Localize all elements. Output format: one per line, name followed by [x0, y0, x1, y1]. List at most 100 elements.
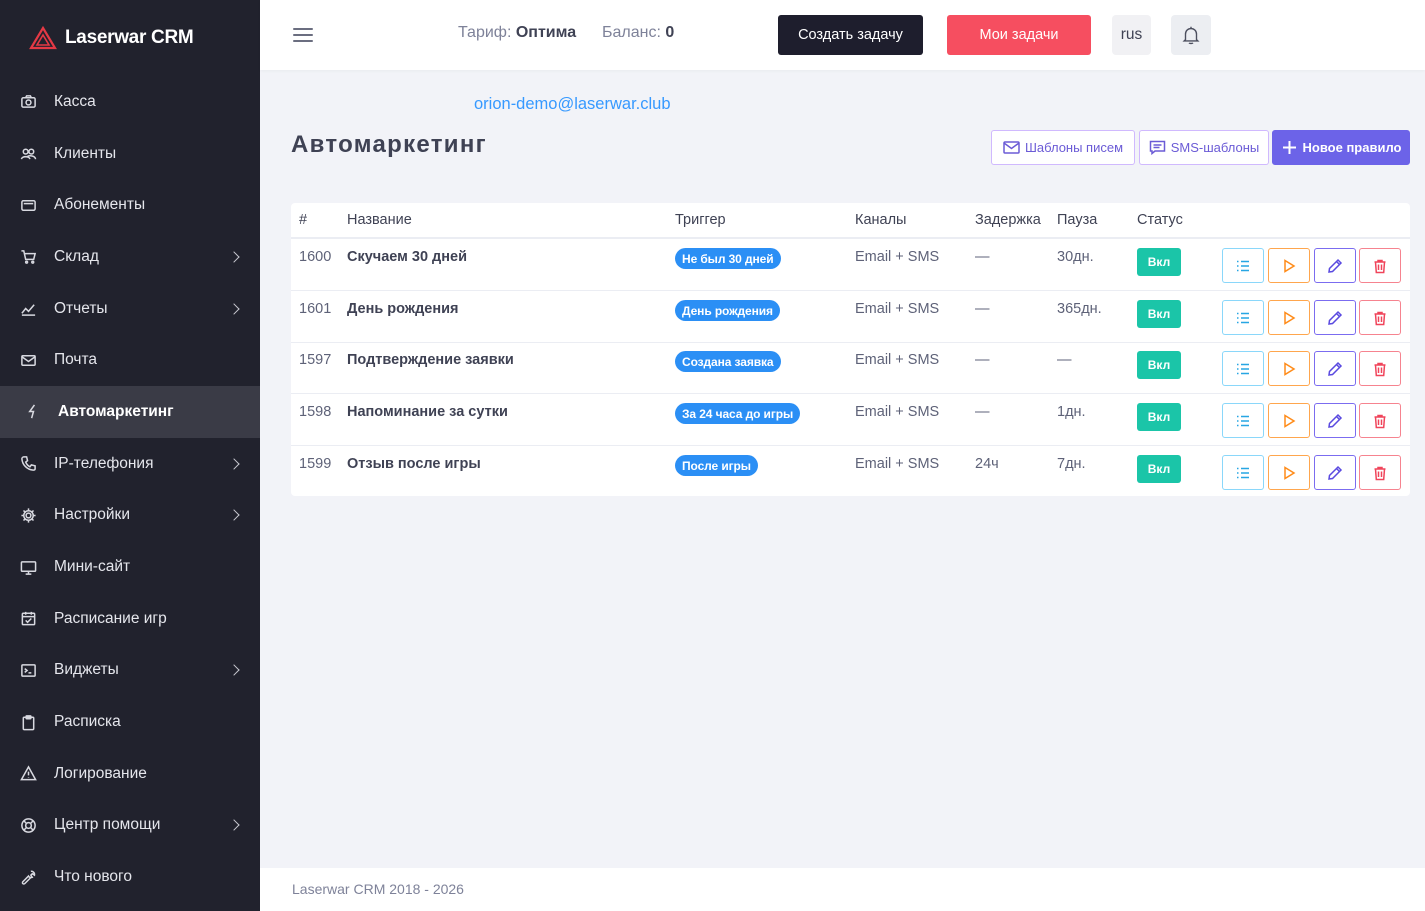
- sidebar-item-receipt[interactable]: Расписка: [0, 696, 260, 748]
- rule-run-button[interactable]: [1268, 455, 1310, 490]
- mail-icon: [20, 352, 37, 369]
- chart-icon: [20, 300, 37, 317]
- bell-icon: [1182, 26, 1200, 45]
- trash-icon: [1374, 466, 1386, 480]
- rule-run-button[interactable]: [1268, 248, 1310, 283]
- laserwar-logo-icon: [29, 26, 57, 50]
- rule-name: День рождения: [347, 301, 459, 317]
- sidebar-item-logging[interactable]: Логирование: [0, 748, 260, 800]
- new-rule-button[interactable]: Новое правило: [1272, 130, 1410, 165]
- trash-icon: [1374, 259, 1386, 273]
- sidebar-item-game-schedule[interactable]: Расписание игр: [0, 593, 260, 645]
- rule-id: 1601: [299, 301, 332, 317]
- sidebar-item-ip-telephony[interactable]: IP-телефония: [0, 438, 260, 490]
- trash-icon: [1374, 414, 1386, 428]
- rule-log-button[interactable]: [1222, 248, 1264, 283]
- menu-toggle-icon[interactable]: [293, 28, 313, 42]
- rule-edit-button[interactable]: [1314, 455, 1356, 490]
- rule-edit-button[interactable]: [1314, 403, 1356, 438]
- play-icon: [1284, 465, 1296, 480]
- rule-channels: Email + SMS: [855, 249, 940, 265]
- plus-icon: [1282, 141, 1296, 154]
- rule-name: Напоминание за сутки: [347, 404, 508, 420]
- rule-id: 1599: [299, 456, 332, 472]
- table-row: 1599 Отзыв после игры После игры Email +…: [291, 446, 1410, 498]
- sidebar-nav: Касса Клиенты Абонементы Склад Отчеты По…: [0, 76, 260, 903]
- letter-templates-label: Шаблоны писем: [1024, 140, 1124, 155]
- lightning-icon: [25, 403, 42, 420]
- status-toggle[interactable]: Вкл: [1137, 300, 1181, 328]
- notifications-button[interactable]: [1171, 15, 1211, 55]
- rule-delete-button[interactable]: [1359, 455, 1401, 490]
- sidebar-item-kassa[interactable]: Касса: [0, 76, 260, 128]
- rule-run-button[interactable]: [1268, 300, 1310, 335]
- chevron-right-icon: [228, 509, 240, 522]
- monitor-icon: [20, 559, 37, 576]
- list-icon: [1237, 312, 1249, 323]
- rule-delete-button[interactable]: [1359, 351, 1401, 386]
- sidebar-item-mail[interactable]: Почта: [0, 334, 260, 386]
- my-tasks-button[interactable]: Мои задачи: [947, 15, 1091, 55]
- footer-copyright: Laserwar CRM 2018 - 2026: [292, 881, 464, 897]
- sidebar: Laserwar CRM Касса Клиенты Абонементы Ск…: [0, 0, 260, 911]
- rule-id: 1598: [299, 404, 332, 420]
- rule-channels: Email + SMS: [855, 301, 940, 317]
- rule-edit-button[interactable]: [1314, 300, 1356, 335]
- rule-pause: 7дн.: [1057, 456, 1086, 472]
- sidebar-item-mini-site[interactable]: Мини-сайт: [0, 541, 260, 593]
- rule-log-button[interactable]: [1222, 403, 1264, 438]
- page-title: Автомаркетинг: [291, 131, 487, 158]
- sidebar-item-automarketing[interactable]: Автомаркетинг: [0, 386, 260, 438]
- column-header-pause: Пауза: [1057, 212, 1098, 228]
- status-toggle[interactable]: Вкл: [1137, 248, 1181, 276]
- play-icon: [1284, 258, 1296, 273]
- status-toggle[interactable]: Вкл: [1137, 351, 1181, 379]
- pencil-icon: [1328, 310, 1343, 325]
- brand-name: Laserwar CRM: [65, 27, 194, 48]
- rule-delete-button[interactable]: [1359, 248, 1401, 283]
- rule-log-button[interactable]: [1222, 300, 1264, 335]
- rules-table: # Название Триггер Каналы Задержка Пауза…: [291, 203, 1410, 496]
- sidebar-item-label: Настройки: [54, 506, 131, 524]
- rule-delete-button[interactable]: [1359, 403, 1401, 438]
- trash-icon: [1374, 311, 1386, 325]
- sidebar-item-subscriptions[interactable]: Абонементы: [0, 179, 260, 231]
- rule-log-button[interactable]: [1222, 455, 1264, 490]
- trigger-badge: За 24 часа до игры: [675, 403, 801, 424]
- sidebar-item-label: Центр помощи: [54, 816, 161, 834]
- play-icon: [1284, 361, 1296, 376]
- warning-icon: [20, 765, 37, 782]
- account-email-link[interactable]: orion-demo@laserwar.club: [474, 95, 671, 114]
- language-switcher[interactable]: rus: [1112, 15, 1151, 55]
- sidebar-item-widgets[interactable]: Виджеты: [0, 645, 260, 697]
- sidebar-item-label: Абонементы: [54, 196, 146, 214]
- sms-templates-button[interactable]: SMS-шаблоны: [1139, 130, 1269, 165]
- column-header-channels: Каналы: [855, 212, 907, 228]
- sidebar-item-help-center[interactable]: Центр помощи: [0, 800, 260, 852]
- rule-channels: Email + SMS: [855, 404, 940, 420]
- rule-log-button[interactable]: [1222, 351, 1264, 386]
- status-toggle[interactable]: Вкл: [1137, 455, 1181, 483]
- sidebar-item-reports[interactable]: Отчеты: [0, 283, 260, 335]
- status-toggle[interactable]: Вкл: [1137, 403, 1181, 431]
- brand[interactable]: Laserwar CRM: [0, 0, 260, 76]
- pencil-icon: [1328, 361, 1343, 376]
- rule-run-button[interactable]: [1268, 403, 1310, 438]
- sidebar-item-whats-new[interactable]: Что нового: [0, 851, 260, 903]
- sidebar-item-clients[interactable]: Клиенты: [0, 128, 260, 180]
- table-row: 1598 Напоминание за сутки За 24 часа до …: [291, 394, 1410, 446]
- pencil-icon: [1328, 465, 1343, 480]
- rule-pause: 1дн.: [1057, 404, 1086, 420]
- sidebar-item-warehouse[interactable]: Склад: [0, 231, 260, 283]
- letter-templates-button[interactable]: Шаблоны писем: [991, 130, 1135, 165]
- rule-edit-button[interactable]: [1314, 248, 1356, 283]
- create-task-button[interactable]: Создать задачу: [778, 15, 923, 55]
- rule-delete-button[interactable]: [1359, 300, 1401, 335]
- rule-run-button[interactable]: [1268, 351, 1310, 386]
- table-row: 1601 День рождения День рождения Email +…: [291, 291, 1410, 343]
- rule-edit-button[interactable]: [1314, 351, 1356, 386]
- phone-icon: [20, 455, 37, 472]
- sidebar-item-settings[interactable]: Настройки: [0, 490, 260, 542]
- balance-label: Баланс:: [602, 24, 661, 41]
- pencil-icon: [1328, 258, 1343, 273]
